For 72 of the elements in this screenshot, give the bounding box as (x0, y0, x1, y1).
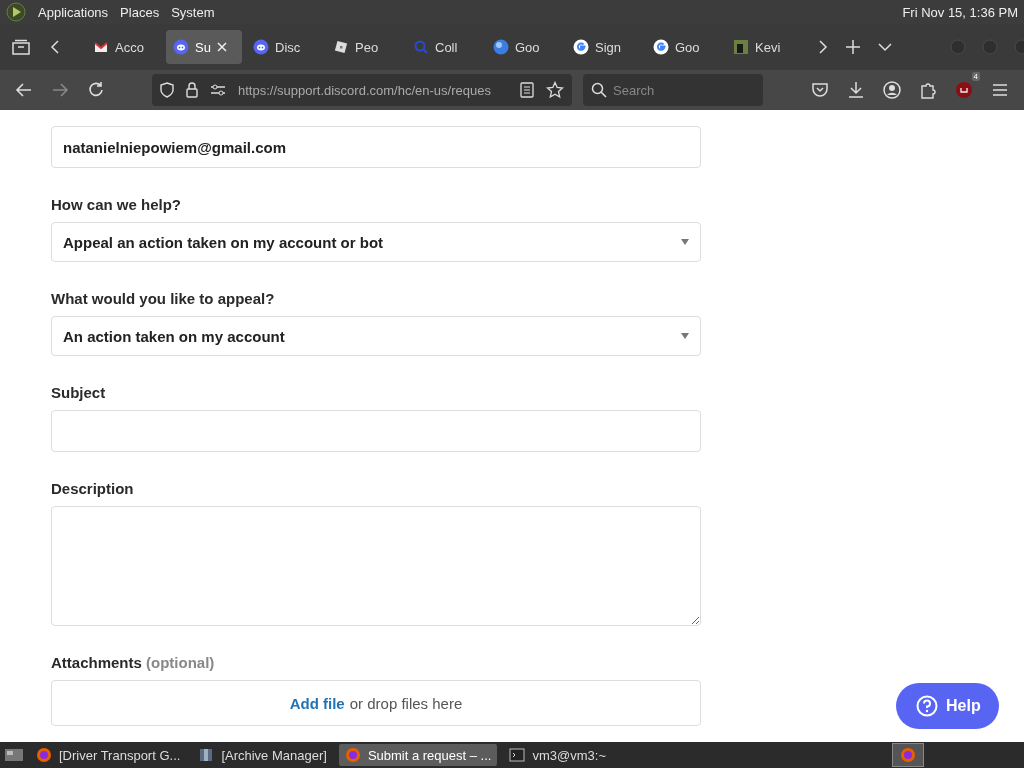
field-label: Attachments (51, 654, 142, 671)
chevron-down-icon[interactable] (878, 42, 892, 52)
browser-tab[interactable]: Goo (646, 30, 722, 64)
tab-favicon (253, 39, 269, 55)
window-icon (509, 747, 526, 763)
field-label: Description (51, 480, 135, 498)
tab-favicon (733, 39, 749, 55)
clock: Fri Nov 15, 1:36 PM (902, 4, 1018, 20)
taskbar-item[interactable]: vm3@vm3:~ (503, 744, 612, 766)
panel-menu[interactable]: System (171, 4, 215, 20)
browser-tab[interactable]: Kevi (726, 30, 802, 64)
account-icon[interactable] (882, 80, 902, 100)
window-icon (198, 747, 215, 763)
browser-tab[interactable]: Sign (566, 30, 642, 64)
add-file-link[interactable]: Add file (289, 694, 345, 712)
scroll-left-icon[interactable] (50, 39, 60, 55)
puzzle-icon[interactable] (918, 80, 938, 100)
shield-icon[interactable] (160, 82, 174, 98)
field-label: How can we help? (51, 196, 183, 214)
sliders-icon[interactable] (210, 83, 226, 97)
text-input[interactable]: natanielniepowiem@gmail.com (51, 126, 701, 168)
browser-tab[interactable]: Coll (406, 30, 482, 64)
address-bar[interactable]: https://support.discord.com/hc/en-us/reques (152, 74, 572, 106)
tab-favicon (93, 39, 109, 55)
help-button[interactable]: Help (896, 683, 999, 729)
browser-tab[interactable]: Peo (326, 30, 402, 64)
tab-favicon (653, 39, 669, 55)
browser-tab[interactable]: Goo (486, 30, 562, 64)
show-desktop-icon[interactable] (4, 747, 24, 763)
reader-view-icon[interactable] (520, 82, 534, 98)
close-icon[interactable] (216, 42, 227, 52)
tab-favicon (573, 39, 589, 55)
shield-extension-icon[interactable] (954, 80, 974, 100)
window-icon (36, 747, 52, 763)
field-label: Subject (51, 384, 107, 402)
pocket-icon[interactable] (810, 80, 830, 100)
taskbar-item[interactable]: [Archive Manager] (192, 744, 333, 766)
text-input[interactable] (51, 410, 701, 452)
browser-tab[interactable]: Su (166, 30, 242, 64)
tab-favicon (493, 39, 509, 55)
lock-icon[interactable] (186, 82, 198, 98)
dropdown[interactable]: Appeal an action taken on my account or bot (51, 222, 701, 262)
new-tab-icon[interactable] (846, 40, 860, 54)
panel-menu[interactable]: Places (120, 4, 160, 20)
browser-tab[interactable]: Acco (86, 30, 162, 64)
tab-favicon (333, 39, 349, 55)
window-icon (344, 747, 361, 763)
drop-hint: or drop files here (349, 694, 463, 712)
tab-list-icon[interactable] (12, 39, 30, 55)
panel-menu[interactable]: Applications (38, 4, 109, 20)
star-icon[interactable] (546, 81, 564, 99)
dropdown[interactable]: An action taken on my account (51, 316, 701, 356)
optional-note: (optional) (146, 654, 215, 671)
taskbar-item[interactable]: [Driver Transport G... (30, 744, 187, 766)
app-menu-icon[interactable] (6, 2, 26, 22)
dropdown-arrow-icon (681, 239, 689, 245)
question-icon (916, 695, 938, 717)
browser-icon (900, 747, 916, 763)
browser-tab[interactable]: Disc (246, 30, 322, 64)
taskbar-item[interactable]: Submit a request – ... (338, 744, 498, 766)
search-field[interactable]: Search (583, 74, 763, 106)
field-label: What would you like to appeal? (51, 290, 276, 308)
dropdown-arrow-icon (681, 333, 689, 339)
tab-favicon (413, 39, 429, 55)
file-drop-zone[interactable]: Add file or drop files here (51, 680, 701, 726)
scroll-right-icon[interactable] (818, 39, 828, 55)
extension-badge: 4 (971, 72, 980, 81)
tab-favicon (173, 39, 189, 55)
download-icon[interactable] (846, 80, 866, 100)
search-icon (591, 82, 607, 98)
workspace-switcher[interactable] (892, 743, 924, 767)
url-text: https://support.discord.com/hc/en-us/reques (238, 82, 492, 98)
